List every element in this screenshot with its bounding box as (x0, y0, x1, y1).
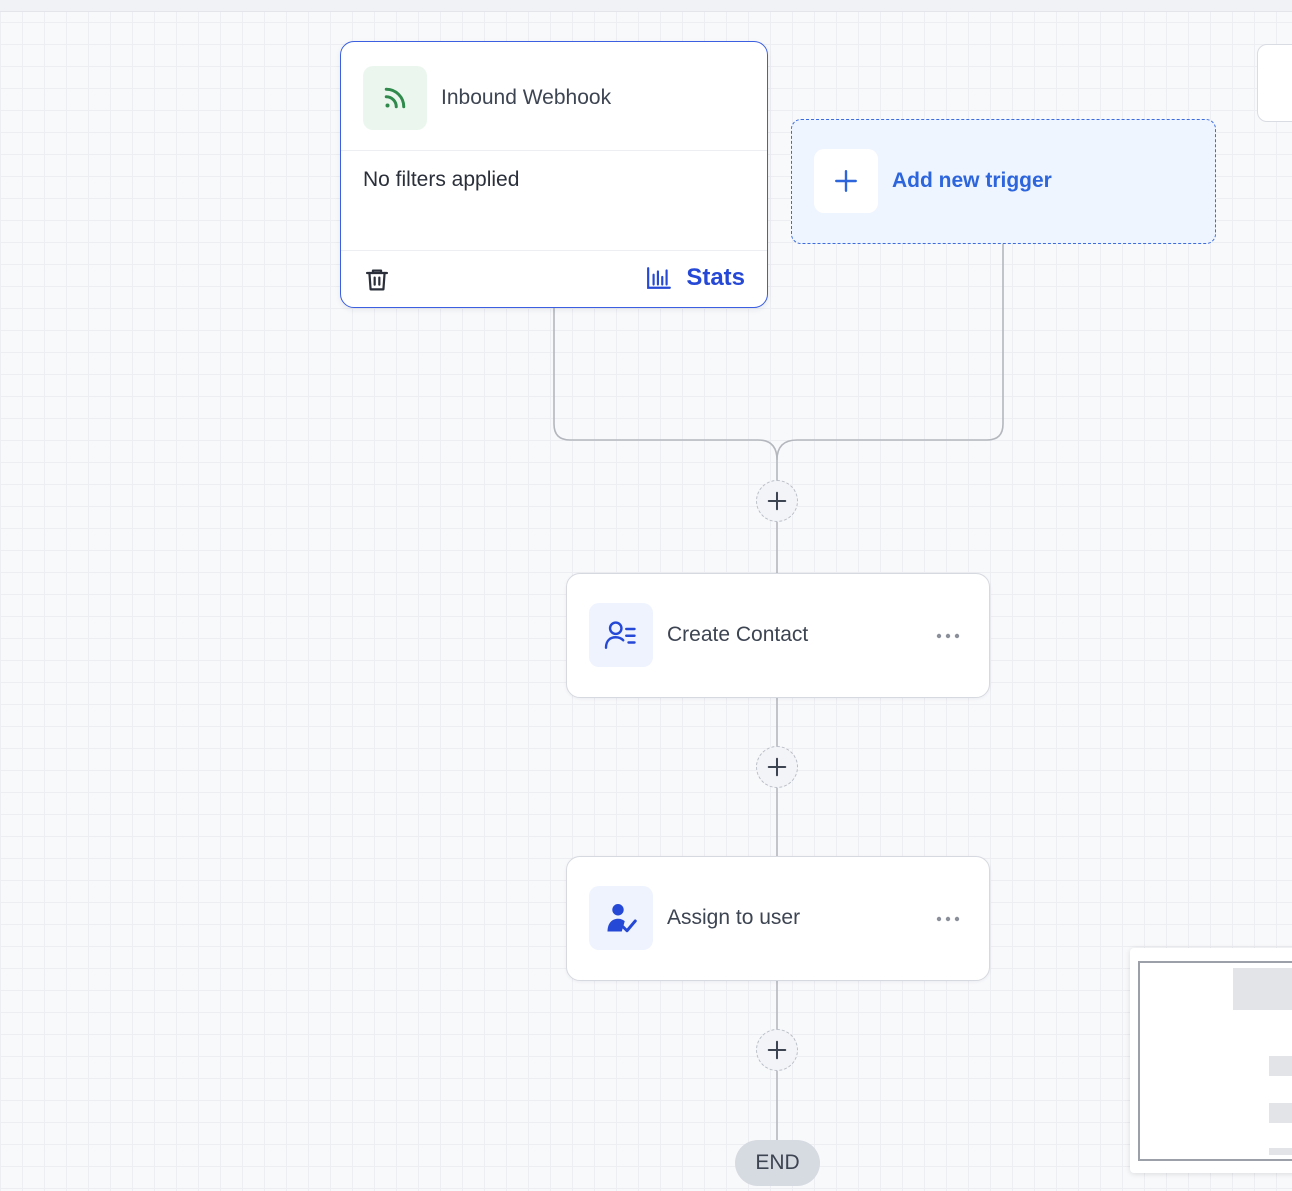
trigger-card-header: Inbound Webhook (341, 42, 767, 151)
connector-trigger-to-merge (553, 308, 778, 480)
plus-icon (767, 757, 787, 777)
trigger-card-inbound-webhook[interactable]: Inbound Webhook No filters applied Stats (340, 41, 768, 308)
minimap-node (1233, 968, 1292, 1010)
action-label-assign-to-user: Assign to user (667, 906, 801, 929)
action-label-create-contact: Create Contact (667, 623, 809, 646)
rss-icon (363, 66, 427, 130)
add-step-button[interactable] (756, 480, 798, 522)
more-options-icon[interactable] (935, 909, 961, 929)
action-card-assign-to-user[interactable]: Assign to user (566, 856, 990, 981)
add-new-trigger-label: Add new trigger (892, 169, 1052, 192)
trigger-filters-text: No filters applied (363, 168, 520, 191)
trigger-card-footer: Stats (341, 250, 767, 309)
plus-icon (767, 1040, 787, 1060)
minimap[interactable] (1130, 948, 1292, 1173)
more-options-icon[interactable] (935, 626, 961, 646)
bar-chart-icon (647, 267, 672, 289)
workflow-canvas[interactable]: Inbound Webhook No filters applied Stats… (0, 0, 1292, 1191)
plus-icon (814, 149, 878, 213)
plus-icon (767, 491, 787, 511)
stats-button[interactable]: Stats (646, 264, 745, 292)
minimap-node (1269, 1056, 1292, 1076)
contact-list-icon (589, 603, 653, 667)
action-card-create-contact[interactable]: Create Contact (566, 573, 990, 698)
trash-icon[interactable] (363, 266, 391, 294)
offscreen-card[interactable] (1257, 44, 1292, 122)
add-new-trigger-card[interactable]: Add new trigger (791, 119, 1216, 244)
add-step-button[interactable] (756, 1029, 798, 1071)
top-toolbar-edge (0, 0, 1292, 12)
connector-add-trigger-to-merge (776, 244, 1004, 461)
trigger-title: Inbound Webhook (441, 86, 612, 109)
minimap-node (1269, 1148, 1292, 1155)
end-node: END (735, 1140, 820, 1186)
add-step-button[interactable] (756, 746, 798, 788)
user-check-icon (589, 886, 653, 950)
minimap-viewport[interactable] (1138, 961, 1292, 1161)
stats-label: Stats (686, 264, 745, 291)
minimap-node (1269, 1103, 1292, 1123)
